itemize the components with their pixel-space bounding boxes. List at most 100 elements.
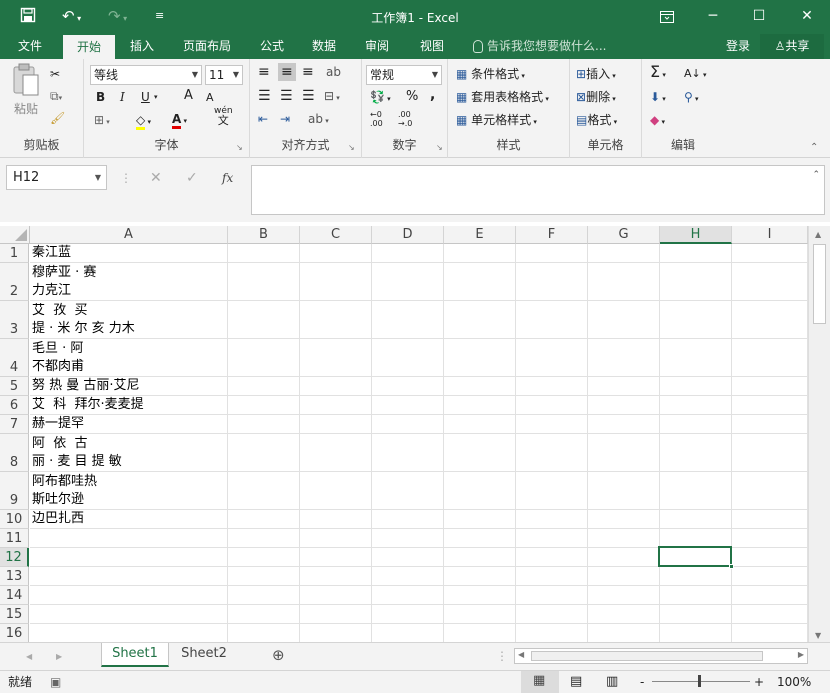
zoom-in-button[interactable]: + [754, 673, 764, 691]
row-header-14[interactable]: 14 [0, 586, 29, 605]
cut-icon[interactable]: ✂ [50, 65, 60, 83]
format-cells-button[interactable]: ▤格式 ▾ [576, 111, 617, 131]
increase-indent-icon[interactable]: ⇥ [280, 110, 290, 128]
scroll-thumb[interactable] [813, 244, 826, 324]
underline-button[interactable]: U [141, 88, 150, 106]
conditional-format-button[interactable]: ▦ 条件格式 ▾ [456, 65, 525, 85]
row-header-1[interactable]: 1 [0, 244, 29, 263]
scroll-left-icon[interactable]: ◀ [518, 650, 524, 659]
sheet-tab-sheet2[interactable]: Sheet2 [170, 643, 238, 667]
row-header-3[interactable]: 3 [0, 301, 29, 339]
merge-center-icon[interactable]: ⊟ ▾ [324, 87, 340, 107]
autosum-button[interactable]: Σ ▾ [650, 63, 666, 84]
select-all-corner[interactable] [0, 226, 30, 244]
shrink-font-button[interactable]: A [206, 89, 214, 107]
align-middle-icon[interactable]: ≡ [278, 63, 296, 81]
column-header-b[interactable]: B [228, 226, 300, 244]
row-header-8[interactable]: 8 [0, 434, 29, 472]
clear-icon[interactable]: ◆ ▾ [650, 111, 665, 131]
paste-button[interactable]: 粘贴 [8, 63, 44, 123]
row-header-12[interactable]: 12 [0, 548, 29, 567]
font-name-combo[interactable]: 等线 ▼ [90, 65, 202, 85]
row-header-2[interactable]: 2 [0, 263, 29, 301]
chevron-down-icon[interactable]: ▾ [154, 88, 158, 106]
sheet-tab-sheet1[interactable]: Sheet1 [101, 643, 169, 667]
add-sheet-icon[interactable]: ⊕ [272, 646, 285, 664]
dialog-launcher-icon[interactable]: ↘ [236, 139, 243, 157]
column-header-d[interactable]: D [372, 226, 444, 244]
scroll-down-icon[interactable]: ▼ [815, 631, 821, 640]
horizontal-scrollbar[interactable]: ◀ ▶ [514, 648, 808, 664]
formula-input[interactable]: ⌃ [251, 165, 825, 215]
row-header-13[interactable]: 13 [0, 567, 29, 586]
login-link[interactable]: 登录 [716, 34, 760, 59]
next-sheet-icon[interactable]: ▶ [56, 648, 62, 666]
column-header-c[interactable]: C [300, 226, 372, 244]
page-break-view-icon[interactable]: ▥ [606, 673, 618, 691]
insert-cells-button[interactable]: ⊞插入 ▾ [576, 65, 616, 85]
tab-formulas[interactable]: 公式 [250, 34, 294, 59]
align-center-icon[interactable]: ☰ [280, 87, 293, 105]
minimize-button[interactable]: ─ [690, 0, 736, 34]
dialog-launcher-icon[interactable]: ↘ [436, 139, 443, 157]
vertical-scrollbar[interactable]: ▲ ▼ [808, 226, 830, 642]
tab-view[interactable]: 视图 [410, 34, 454, 59]
format-as-table-button[interactable]: ▦ 套用表格格式 ▾ [456, 88, 549, 108]
number-format-combo[interactable]: 常规 ▼ [366, 65, 442, 85]
cell-a7[interactable]: 赫一提罕 [32, 415, 84, 433]
cell-a8[interactable]: 阿 依 古丽 · 麦 目 提 敏 [32, 435, 122, 471]
expand-formula-icon[interactable]: ⌃ [812, 170, 820, 180]
row-header-4[interactable]: 4 [0, 339, 29, 377]
cell-a1[interactable]: 秦江蓝 [32, 244, 71, 262]
prev-sheet-icon[interactable]: ◀ [26, 648, 32, 666]
cell-a2[interactable]: 穆萨亚 · 赛力克江 [32, 264, 96, 300]
phonetic-button[interactable]: wén 文 [214, 107, 233, 127]
share-button[interactable]: ♙共享 [760, 34, 824, 59]
macro-record-icon[interactable]: ▣ [50, 673, 61, 691]
fill-icon[interactable]: ⬇ ▾ [650, 88, 666, 108]
cell-a9[interactable]: 阿布都哇热 斯吐尔逊 [32, 473, 97, 509]
column-header-a[interactable]: A [30, 226, 228, 244]
copy-icon[interactable]: ⧉▾ [50, 87, 62, 107]
zoom-level[interactable]: 100% [777, 673, 811, 691]
active-cell-selection[interactable] [658, 546, 734, 569]
accounting-icon[interactable]: 💱 ▾ [370, 88, 391, 108]
text-direction-icon[interactable]: ab ▾ [308, 110, 329, 130]
zoom-out-button[interactable]: - [640, 673, 644, 691]
cell-a5[interactable]: 努 热 曼 古丽·艾尼 [32, 377, 140, 395]
row-header-5[interactable]: 5 [0, 377, 29, 396]
increase-decimal-icon[interactable]: ←0.00 [370, 110, 383, 128]
insert-function-button[interactable]: fx [222, 169, 233, 187]
cell-a6[interactable]: 艾 科 拜尔·麦麦提 [32, 396, 144, 414]
zoom-slider[interactable] [652, 681, 750, 682]
cell-styles-button[interactable]: ▦ 单元格样式 ▾ [456, 111, 537, 131]
delete-cells-button[interactable]: ⊠删除 ▾ [576, 88, 616, 108]
italic-button[interactable]: I [120, 88, 125, 106]
collapse-ribbon-icon[interactable]: ⌃ [810, 139, 818, 157]
cell-a10[interactable]: 边巴扎西 [32, 510, 84, 528]
worksheet-grid[interactable]: ABCDEFGHI 1 2 3 4 5 6 7 8 9 10 11 12 13 14 15 16 秦江蓝 穆萨亚… [0, 226, 808, 642]
close-button[interactable]: ✕ [784, 0, 830, 34]
normal-view-button[interactable]: ▦ [521, 671, 559, 693]
dialog-launcher-icon[interactable]: ↘ [348, 139, 355, 157]
decrease-indent-icon[interactable]: ⇤ [258, 110, 268, 128]
tab-data[interactable]: 数据 [302, 34, 346, 59]
grow-font-button[interactable]: A [184, 87, 193, 105]
enter-entry-button[interactable]: ✓ [186, 169, 198, 187]
tab-insert[interactable]: 插入 [120, 34, 164, 59]
row-header-10[interactable]: 10 [0, 510, 29, 529]
row-header-9[interactable]: 9 [0, 472, 29, 510]
fill-color-icon[interactable]: ◇ ▾ [136, 111, 151, 131]
zoom-slider-thumb[interactable] [698, 675, 701, 687]
find-select-icon[interactable]: ⚲ ▾ [684, 88, 699, 108]
tab-page-layout[interactable]: 页面布局 [174, 34, 240, 59]
row-header-6[interactable]: 6 [0, 396, 29, 415]
align-bottom-icon[interactable]: ≡ [302, 63, 314, 81]
fill-handle[interactable] [729, 564, 734, 569]
cell-a3[interactable]: 艾 孜 买提 · 米 尔 亥 力木 [32, 302, 135, 338]
font-size-combo[interactable]: 11 ▼ [205, 65, 243, 85]
tab-review[interactable]: 审阅 [355, 34, 399, 59]
orientation-icon[interactable]: ab [326, 63, 341, 81]
tab-file[interactable]: 文件 [8, 34, 52, 59]
ribbon-display-icon[interactable] [644, 0, 690, 34]
